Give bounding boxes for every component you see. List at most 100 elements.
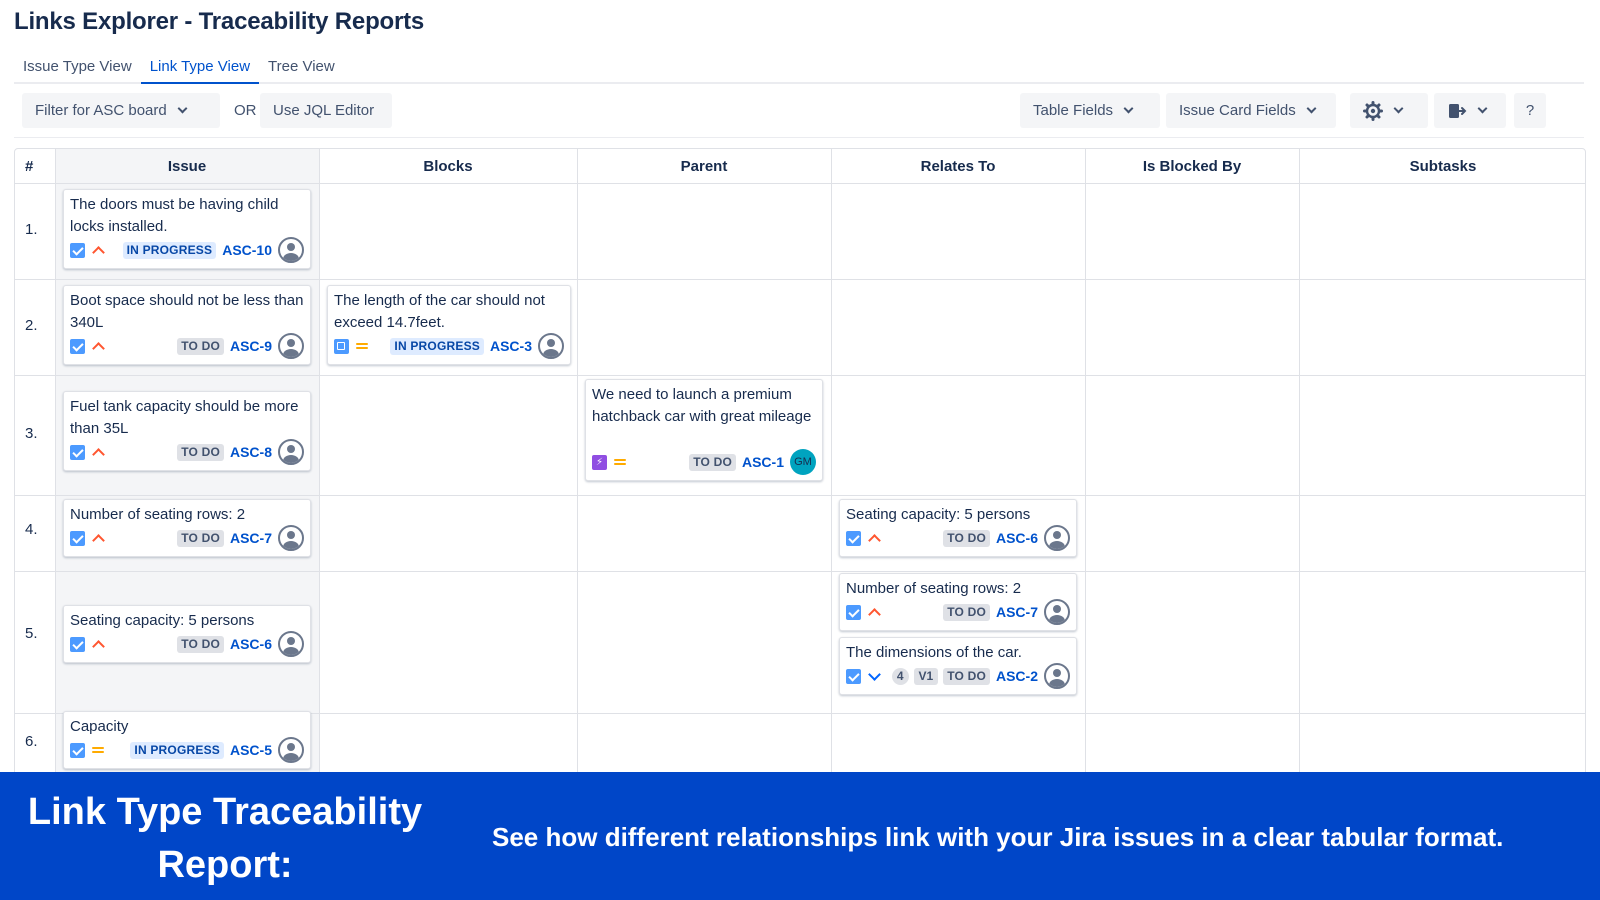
column-header-number: # — [25, 157, 34, 175]
linked-issue-card[interactable]: The dimensions of the car. 4 V1 TO DO AS… — [839, 637, 1077, 695]
help-button[interactable]: ? — [1514, 93, 1546, 128]
row-number: 3. — [25, 425, 38, 442]
issue-key-link[interactable]: ASC-10 — [222, 242, 272, 258]
issue-key-link[interactable]: ASC-8 — [230, 444, 272, 460]
tab-tree-view[interactable]: Tree View — [259, 56, 344, 84]
promo-banner: Link Type Traceability Report: See how d… — [0, 772, 1600, 900]
issue-summary: Number of seating rows: 2 — [70, 506, 246, 523]
assignee-avatar-icon — [278, 631, 304, 657]
status-badge: IN PROGRESS — [130, 741, 224, 759]
issue-summary: Number of seating rows: 2 — [846, 580, 1022, 597]
toolbar: Filter for ASC board OR Use JQL Editor T… — [22, 93, 1584, 129]
column-header-issue: Issue — [167, 157, 207, 175]
issue-key-link[interactable]: ASC-5 — [230, 742, 272, 758]
page-title: Links Explorer - Traceability Reports — [14, 8, 425, 35]
task-type-icon — [70, 444, 85, 460]
status-badge: TO DO — [943, 667, 990, 685]
issue-card-meta: TO DO ASC-9 — [70, 333, 304, 359]
row-number: 1. — [25, 221, 38, 238]
task-type-icon — [70, 742, 85, 758]
column-divider — [319, 149, 320, 772]
status-badge: TO DO — [943, 603, 990, 621]
tab-issue-type-view[interactable]: Issue Type View — [14, 56, 141, 84]
status-badge: TO DO — [177, 337, 224, 355]
issue-card[interactable]: Capacity IN PROGRESS ASC-5 — [63, 711, 311, 769]
issue-key-link[interactable]: ASC-7 — [996, 604, 1038, 620]
issue-card[interactable]: Number of seating rows: 2 TO DO ASC-7 — [63, 499, 311, 557]
priority-high-icon — [867, 531, 881, 545]
assignee-avatar-icon — [1044, 525, 1070, 551]
issue-summary: The doors must be having child locks ins… — [70, 196, 279, 235]
issue-key-link[interactable]: ASC-7 — [230, 530, 272, 546]
issue-card-fields-label: Issue Card Fields — [1179, 102, 1296, 119]
assignee-avatar-icon — [538, 333, 564, 359]
priority-medium-icon — [91, 743, 105, 757]
issue-summary: We need to launch a premium hatchback ca… — [592, 386, 812, 425]
priority-high-icon — [867, 605, 881, 619]
column-divider — [577, 149, 578, 772]
linked-issue-card[interactable]: Number of seating rows: 2 TO DO ASC-7 — [839, 573, 1077, 631]
priority-high-icon — [91, 339, 105, 353]
tab-link-type-view[interactable]: Link Type View — [140, 56, 260, 84]
issue-key-link[interactable]: ASC-1 — [742, 454, 784, 470]
column-divider — [831, 149, 832, 772]
column-header-relates-to: Relates To — [920, 157, 996, 175]
column-header-subtasks: Subtasks — [1409, 157, 1477, 175]
issue-card-meta: TO DO ASC-7 — [70, 525, 304, 551]
issue-summary: The length of the car should not exceed … — [334, 292, 545, 331]
issue-card[interactable]: Seating capacity: 5 persons TO DO ASC-6 — [63, 605, 311, 663]
status-badge: TO DO — [689, 453, 736, 471]
board-filter-label: Filter for ASC board — [35, 102, 167, 119]
task-type-icon — [70, 242, 85, 258]
issue-card-fields-dropdown[interactable]: Issue Card Fields — [1166, 93, 1336, 128]
row-number: 5. — [25, 625, 38, 642]
issue-card-meta: TO DO ASC-7 — [846, 599, 1070, 625]
row-divider — [15, 495, 1585, 496]
export-dropdown[interactable] — [1434, 93, 1506, 128]
task-type-icon — [70, 530, 85, 546]
subtask-type-icon — [334, 338, 349, 354]
issue-card[interactable]: The doors must be having child locks ins… — [63, 189, 311, 269]
priority-high-icon — [91, 637, 105, 651]
linked-issue-card[interactable]: We need to launch a premium hatchback ca… — [585, 379, 823, 481]
issue-key-link[interactable]: ASC-2 — [996, 668, 1038, 684]
column-header-parent: Parent — [680, 157, 728, 175]
board-filter-dropdown[interactable]: Filter for ASC board — [22, 93, 220, 128]
epic-type-icon: ⚡ — [592, 454, 607, 470]
assignee-avatar-icon — [1044, 599, 1070, 625]
status-badge: IN PROGRESS — [122, 241, 217, 259]
linked-issue-card[interactable]: Seating capacity: 5 persons TO DO ASC-6 — [839, 499, 1077, 557]
chevron-down-icon — [1393, 103, 1404, 114]
column-header-is-blocked-by: Is Blocked By — [1142, 157, 1242, 175]
chevron-down-icon — [1123, 103, 1134, 114]
issue-key-link[interactable]: ASC-9 — [230, 338, 272, 354]
table-fields-dropdown[interactable]: Table Fields — [1020, 93, 1160, 128]
issue-key-link[interactable]: ASC-6 — [230, 636, 272, 652]
task-type-icon — [846, 668, 861, 684]
row-divider — [15, 183, 1585, 184]
issue-card[interactable]: Fuel tank capacity should be more than 3… — [63, 391, 311, 471]
issue-key-link[interactable]: ASC-6 — [996, 530, 1038, 546]
column-divider — [1299, 149, 1300, 772]
issue-key-link[interactable]: ASC-3 — [490, 338, 532, 354]
issue-card-meta: IN PROGRESS ASC-5 — [70, 737, 304, 763]
export-icon — [1449, 103, 1467, 118]
issue-summary: Seating capacity: 5 persons — [70, 612, 255, 629]
fix-version-badge: V1 — [913, 667, 939, 685]
linked-issue-card[interactable]: The length of the car should not exceed … — [327, 285, 571, 365]
status-badge: IN PROGRESS — [390, 337, 484, 355]
issue-card-meta: IN PROGRESS ASC-3 — [334, 333, 564, 359]
priority-medium-icon — [613, 455, 627, 469]
toolbar-divider — [14, 137, 1584, 138]
priority-high-icon — [91, 531, 105, 545]
issue-card-meta: ⚡ TO DO ASC-1 GM — [592, 449, 816, 475]
jql-editor-label: Use JQL Editor — [273, 102, 375, 119]
issue-card-meta: IN PROGRESS ASC-10 — [70, 237, 304, 263]
jql-editor-button[interactable]: Use JQL Editor — [260, 93, 392, 128]
column-header-blocks: Blocks — [423, 157, 473, 175]
settings-dropdown[interactable] — [1350, 93, 1428, 128]
chevron-down-icon — [1306, 103, 1317, 114]
priority-low-icon — [867, 669, 881, 683]
issue-card[interactable]: Boot space should not be less than 340L … — [63, 285, 311, 365]
issue-card-meta: TO DO ASC-6 — [70, 631, 304, 657]
